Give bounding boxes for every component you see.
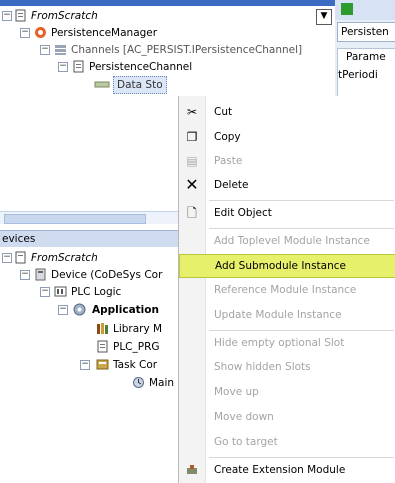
menu-item-go-to-target[interactable]: Go to target bbox=[179, 431, 395, 455]
task-config-icon bbox=[96, 359, 109, 370]
project-icon bbox=[15, 251, 26, 264]
grid-cell[interactable]: tPeriodi bbox=[338, 69, 378, 81]
library-icon bbox=[97, 323, 108, 334]
tree-label: PLC_PRG bbox=[113, 341, 160, 353]
collapse-toggle[interactable]: − bbox=[2, 253, 12, 263]
menu-item-hide-empty-slot[interactable]: Hide empty optional Slot bbox=[179, 332, 395, 356]
persistence-manager-icon bbox=[35, 27, 46, 38]
menu-separator bbox=[209, 330, 394, 331]
tree-label: Main bbox=[149, 377, 175, 389]
menu-item-move-up[interactable]: Move up bbox=[179, 381, 395, 405]
toolbar-strip bbox=[335, 0, 395, 20]
menu-item-show-hidden-slots[interactable]: Show hidden Slots bbox=[179, 356, 395, 380]
menu-separator bbox=[209, 228, 394, 229]
menu-item-edit-object[interactable]: 🗋 Edit Object bbox=[179, 202, 395, 226]
tree-label: Application bbox=[92, 304, 159, 316]
scrollbar-thumb[interactable] bbox=[4, 214, 146, 224]
menu-item-reference-module[interactable]: Reference Module Instance bbox=[179, 279, 395, 303]
tree-label: FromScratch bbox=[31, 10, 98, 22]
column-header-parameter[interactable]: Parame bbox=[346, 51, 386, 63]
tree-label-selected: Data Sto bbox=[113, 76, 167, 94]
menu-item-create-extension-module[interactable]: Create Extension Module bbox=[179, 459, 395, 483]
paste-icon: ▤ bbox=[186, 154, 198, 168]
menu-separator bbox=[209, 457, 394, 458]
scissors-icon: ✂ bbox=[186, 105, 198, 119]
channels-icon bbox=[55, 45, 66, 55]
tree-label: PersistenceChannel bbox=[89, 61, 193, 73]
devices-tree-panel: − FromScratch − Device (CoDeSys Cor − PL… bbox=[0, 247, 178, 483]
application-gear-icon bbox=[73, 303, 86, 316]
context-menu: ✂ Cut ❐ Copy ▤ Paste ✕ Delete 🗋 Edit Obj… bbox=[178, 96, 395, 483]
plc-logic-icon bbox=[54, 286, 67, 297]
dropdown-arrow-button[interactable]: ▼ bbox=[316, 9, 332, 25]
menu-item-add-submodule[interactable]: Add Submodule Instance bbox=[179, 254, 395, 278]
tree-label: PersistenceManager bbox=[51, 27, 158, 39]
devices-panel-header: evices bbox=[0, 230, 180, 248]
data-storage-icon bbox=[94, 81, 110, 88]
menu-item-move-down[interactable]: Move down bbox=[179, 406, 395, 430]
menu-item-cut[interactable]: ✂ Cut bbox=[179, 101, 395, 125]
panel-title-bar bbox=[0, 0, 335, 6]
tree-label: Device (CoDeSys Cor bbox=[51, 269, 163, 281]
document-icon bbox=[73, 60, 84, 73]
tree-label: Channels [AC_PERSIST.IPersistenceChannel… bbox=[71, 44, 303, 56]
menu-separator bbox=[209, 200, 394, 201]
menu-item-paste[interactable]: ▤ Paste bbox=[179, 150, 395, 174]
device-icon bbox=[35, 268, 46, 281]
tree-label: Library M bbox=[113, 323, 163, 335]
document-icon bbox=[97, 340, 108, 353]
extension-module-icon bbox=[185, 463, 199, 477]
collapse-toggle[interactable]: − bbox=[58, 305, 68, 315]
collapse-toggle[interactable]: − bbox=[20, 270, 30, 280]
collapse-toggle[interactable]: − bbox=[2, 11, 12, 21]
collapse-toggle[interactable]: − bbox=[40, 45, 50, 55]
edit-object-icon: 🗋 bbox=[187, 206, 197, 220]
tree-label: FromScratch bbox=[31, 252, 98, 264]
menu-item-delete[interactable]: ✕ Delete bbox=[179, 174, 395, 198]
collapse-toggle[interactable]: − bbox=[40, 287, 50, 297]
collapse-toggle[interactable]: − bbox=[20, 28, 30, 38]
menu-item-copy[interactable]: ❐ Copy bbox=[179, 126, 395, 150]
tree-label: PLC Logic bbox=[71, 286, 122, 298]
copy-icon: ❐ bbox=[186, 130, 198, 144]
tree-label: Task Cor bbox=[113, 359, 158, 371]
task-icon bbox=[133, 377, 144, 388]
project-icon bbox=[15, 9, 26, 22]
collapse-toggle[interactable]: − bbox=[80, 360, 90, 370]
tab-persistence[interactable]: Persisten bbox=[337, 22, 395, 42]
menu-item-add-toplevel-module[interactable]: Add Toplevel Module Instance bbox=[179, 230, 395, 254]
check-icon[interactable] bbox=[341, 3, 353, 15]
collapse-toggle[interactable]: − bbox=[58, 62, 68, 72]
menu-item-update-module[interactable]: Update Module Instance bbox=[179, 304, 395, 328]
delete-icon: ✕ bbox=[185, 175, 199, 194]
